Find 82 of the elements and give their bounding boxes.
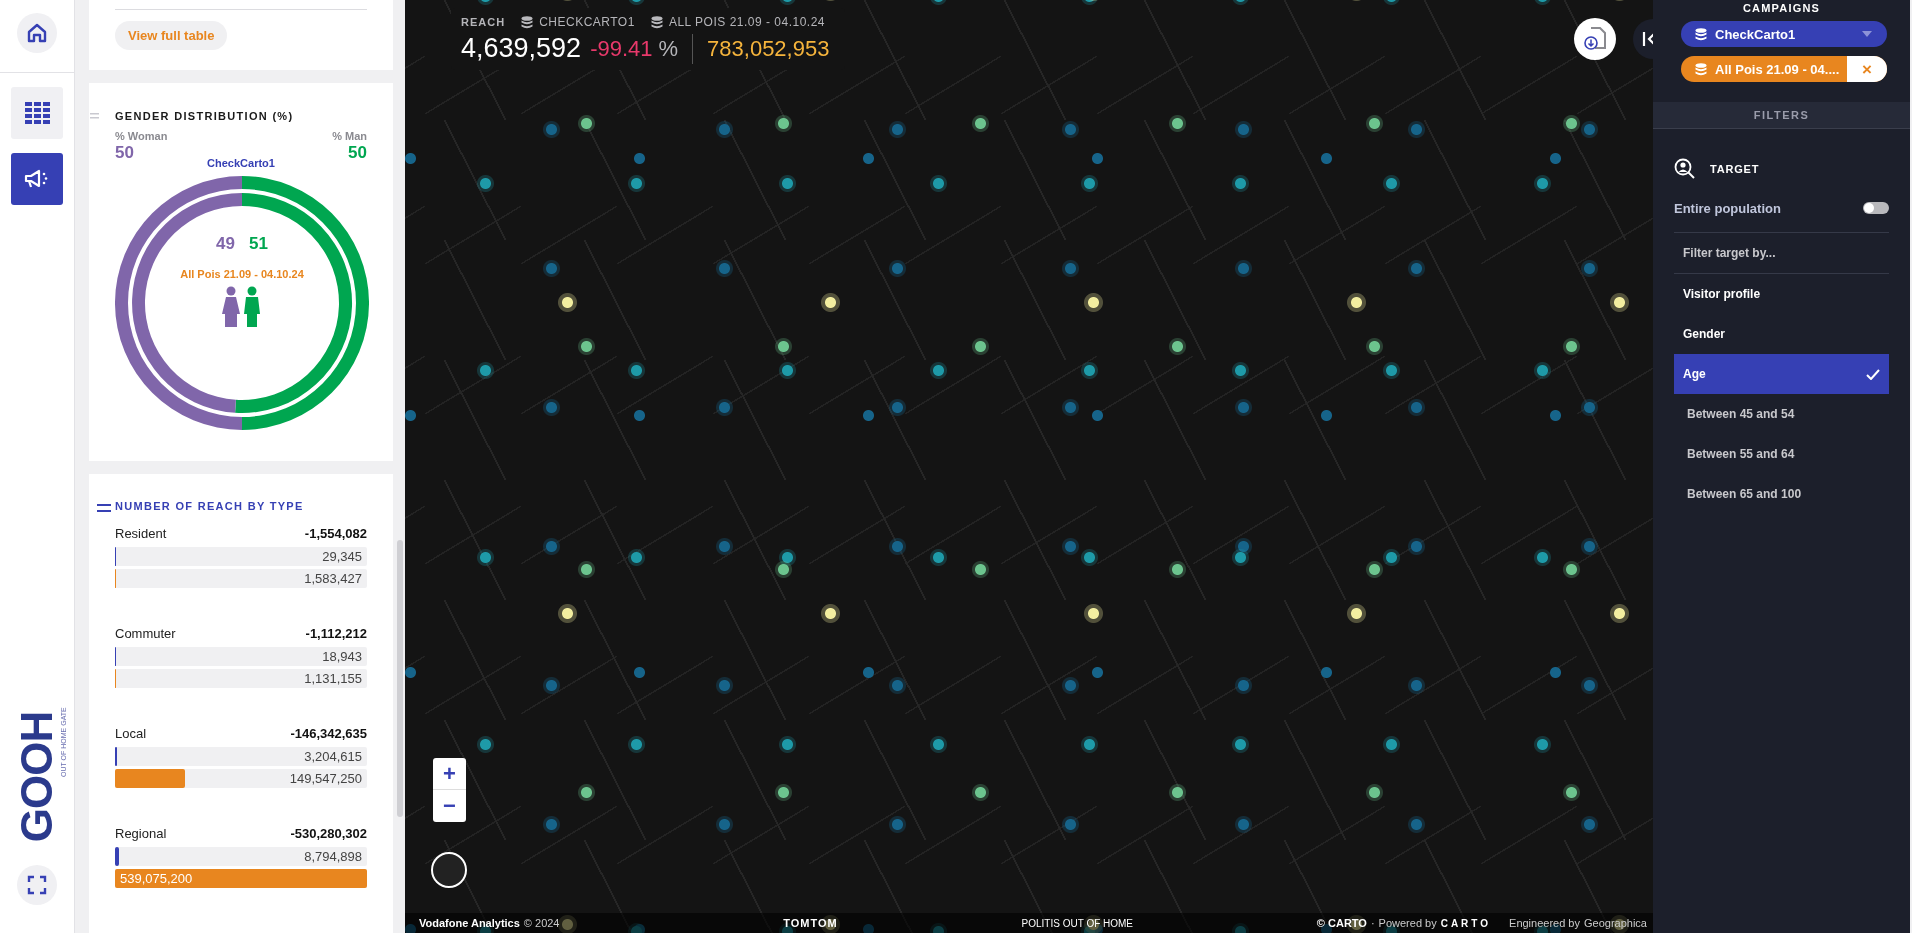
credit-text: © CARTO — [1316, 917, 1367, 929]
filter-option[interactable]: Between 65 and 100 — [1674, 474, 1889, 514]
bar-value: 3,204,615 — [304, 749, 363, 764]
type-label: Resident — [115, 526, 167, 541]
map-placeholder[interactable]: REACH CHECKCARTO1 ALL POIS 21.09 - 04.10.24 4,639,592 -99.41 % 783,052,953 + − Vodafone Analytics © 2024 TOMTOM POLITIS OUT OF HOME © CARTO · Powered by CARTO Engineered by Geographica — [405, 0, 1653, 933]
legend-value: 50 — [348, 143, 367, 163]
difference-value: -146,342,635 — [290, 726, 367, 741]
database-icon — [521, 15, 534, 29]
nav-button[interactable] — [11, 87, 63, 139]
legend-label: % Man — [332, 130, 367, 142]
filter-option[interactable]: Between 55 and 64 — [1674, 434, 1889, 474]
difference-value: -1,112,212 — [305, 626, 367, 641]
toggle-switch[interactable] — [1863, 202, 1889, 214]
section-title: NUMBER OF REACH BY TYPE — [115, 500, 304, 512]
campaign-pill[interactable]: CheckCarto1 — [1681, 21, 1887, 47]
home-icon — [26, 22, 48, 44]
compare-value: 783,052,953 — [707, 35, 830, 62]
credit-text: POLITIS OUT OF HOME — [1021, 917, 1134, 929]
campaign-name: ALL POIS 21.09 - 04.10.24 — [668, 15, 826, 29]
filter-option[interactable]: Visitor profile — [1674, 274, 1889, 314]
filter-search-field[interactable]: Filter target by... — [1674, 233, 1889, 274]
reach-value: 4,639,592 — [461, 33, 582, 64]
toggle-label: Entire population — [1674, 200, 1781, 216]
change-value: -99.41 — [590, 35, 653, 62]
bar-value: 29,345 — [322, 549, 363, 564]
campaign-name: All Pois 21.09 - 04.10.24 — [180, 268, 304, 280]
inner-value: 51 — [249, 234, 268, 254]
user-search-icon — [1674, 158, 1696, 180]
inner-value: 49 — [216, 234, 235, 254]
credit-text: Geographica — [1584, 917, 1647, 929]
bar-value: 8,794,898 — [304, 849, 363, 864]
filter-option[interactable]: Age — [1674, 354, 1889, 394]
reach-label: REACH — [461, 16, 506, 28]
campaigns-title: CAMPAIGNS — [1741, 1, 1822, 16]
percent-sign: % — [658, 35, 679, 62]
database-icon — [1695, 27, 1707, 41]
credit-text: © 2024 — [523, 917, 560, 929]
zoom-in-button[interactable]: + — [433, 758, 466, 790]
drag-handle-icon — [90, 113, 99, 119]
tomtom-logo: TOMTOM — [783, 917, 838, 929]
database-icon — [1695, 62, 1707, 76]
bar-value: 1,583,427 — [304, 571, 363, 586]
document-download-icon — [1584, 27, 1606, 51]
separator-text: · — [1370, 917, 1375, 929]
check-icon — [1866, 368, 1880, 380]
location-button[interactable] — [431, 852, 467, 888]
menu-icon — [97, 504, 111, 513]
credit-text: Engineered by — [1509, 917, 1580, 929]
type-label: Local — [115, 726, 147, 741]
target-title: TARGET — [1710, 163, 1760, 175]
campaign-name: CheckCarto1 — [1715, 26, 1796, 42]
bar-value: 18,943 — [322, 649, 363, 664]
legend-label: % Woman — [115, 130, 168, 142]
scrollbar[interactable] — [397, 540, 403, 817]
campaign-name: CHECKCARTO1 — [539, 15, 635, 29]
bar-value: 1,131,155 — [304, 671, 363, 686]
filters-title: FILTERS — [1653, 102, 1910, 129]
type-label: Regional — [115, 826, 167, 841]
chart-title: GENDER DISTRIBUTION (%) — [115, 110, 294, 122]
filter-option[interactable]: Between 45 and 54 — [1674, 394, 1889, 434]
home-button[interactable] — [17, 13, 57, 53]
carto-logo: CARTO — [1440, 917, 1492, 929]
caret-icon — [1862, 31, 1872, 37]
grid-icon — [24, 100, 50, 126]
fullscreen-icon — [27, 875, 47, 895]
campaign-name: CheckCarto1 — [206, 157, 276, 169]
legend-value: 50 — [115, 143, 135, 163]
bar-value: 149,547,250 — [289, 771, 363, 786]
credit-text: Powered by — [1378, 917, 1437, 929]
zoom-out-button[interactable]: − — [433, 790, 466, 822]
download-button[interactable] — [1574, 18, 1616, 60]
difference-value: -1,554,082 — [304, 526, 367, 541]
logo-text: GOOH — [15, 711, 59, 843]
fullscreen-button[interactable] — [17, 865, 57, 905]
bar-value: 539,075,200 — [119, 871, 194, 886]
credit-text: Vodafone Analytics — [419, 917, 520, 929]
type-label: Commuter — [115, 626, 176, 641]
campaign-name: All Pois 21.09 - 04.... — [1715, 61, 1840, 77]
nav-button[interactable] — [11, 153, 63, 205]
difference-value: -530,280,302 — [290, 826, 367, 841]
database-icon — [650, 15, 663, 29]
filter-option[interactable]: Gender — [1674, 314, 1889, 354]
